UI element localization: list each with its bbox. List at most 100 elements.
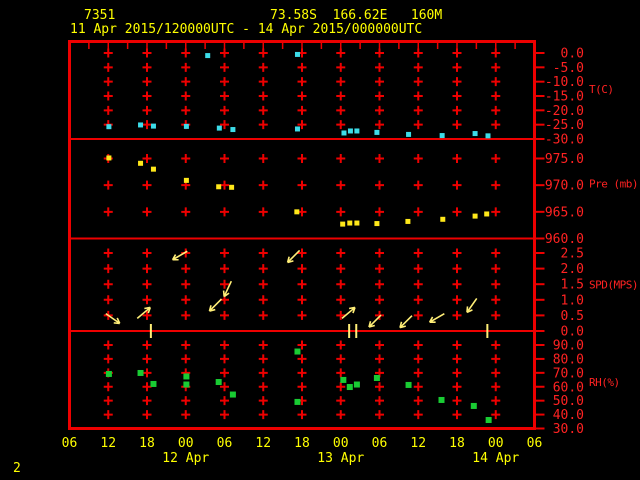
grid-tick bbox=[336, 264, 346, 274]
grid-tick bbox=[142, 264, 152, 274]
grid-tick bbox=[181, 279, 191, 289]
rh-point bbox=[105, 370, 112, 377]
x-tick-label: 06 bbox=[62, 436, 78, 451]
grid-tick bbox=[103, 279, 113, 289]
x-tick-label: 06 bbox=[527, 436, 543, 451]
grid-tick bbox=[336, 248, 346, 258]
grid-tick bbox=[491, 410, 501, 420]
y-tick-label: 90.0 bbox=[553, 339, 584, 354]
grid-tick bbox=[181, 354, 191, 364]
panel-label: T(C) bbox=[589, 83, 614, 96]
grid-tick bbox=[491, 180, 501, 190]
grid-tick bbox=[491, 396, 501, 406]
grid-tick bbox=[491, 354, 501, 364]
grid-tick bbox=[452, 279, 462, 289]
grid-tick bbox=[220, 354, 229, 364]
grid-tick bbox=[181, 264, 191, 274]
wind-arrow bbox=[466, 297, 478, 314]
grid-tick bbox=[258, 279, 268, 289]
wind-arrow bbox=[399, 315, 413, 329]
y-tick-label: -30.0 bbox=[545, 133, 584, 148]
pressure-point bbox=[405, 218, 411, 224]
grid-tick bbox=[491, 154, 501, 163]
grid-tick bbox=[491, 248, 501, 258]
grid-tick bbox=[375, 354, 384, 364]
grid-tick bbox=[491, 382, 501, 392]
grid-tick bbox=[336, 120, 346, 130]
y-tick-label: 975.0 bbox=[545, 152, 584, 167]
grid-tick bbox=[336, 396, 346, 406]
grid-tick bbox=[375, 295, 384, 305]
x-tick-label: 12 bbox=[410, 436, 426, 451]
grid-tick bbox=[336, 382, 346, 392]
y-tick-label: 70.0 bbox=[553, 366, 584, 381]
rh-point bbox=[405, 381, 412, 388]
grid-tick bbox=[258, 105, 268, 115]
temp-point bbox=[347, 128, 353, 134]
grid-tick bbox=[103, 91, 113, 101]
grid-tick bbox=[452, 180, 462, 190]
grid-tick bbox=[142, 91, 152, 101]
y-tick-label: 30.0 bbox=[553, 422, 584, 437]
grid-tick bbox=[181, 48, 191, 58]
grid-tick bbox=[452, 368, 462, 378]
pressure-point bbox=[138, 160, 144, 166]
grid-tick bbox=[297, 77, 307, 87]
rh-point bbox=[150, 380, 157, 387]
grid-tick bbox=[491, 120, 501, 130]
temp-point bbox=[106, 124, 112, 130]
grid-tick bbox=[297, 354, 307, 364]
grid-tick bbox=[413, 120, 423, 130]
grid-tick bbox=[142, 105, 152, 115]
rh-point bbox=[294, 398, 301, 405]
y-tick-label: 1.5 bbox=[561, 278, 584, 293]
wind-arrow bbox=[341, 306, 356, 319]
grid-tick bbox=[452, 77, 462, 87]
rh-point bbox=[229, 391, 236, 398]
grid-tick bbox=[220, 180, 229, 190]
grid-tick bbox=[142, 382, 152, 392]
grid-tick bbox=[103, 48, 113, 58]
pressure-point bbox=[229, 184, 235, 190]
grid-tick bbox=[413, 154, 423, 163]
x-tick-label: 18 bbox=[449, 436, 465, 451]
grid-tick bbox=[142, 410, 152, 420]
grid-tick bbox=[491, 295, 501, 305]
grid-tick bbox=[142, 154, 152, 163]
grid-tick bbox=[491, 105, 501, 115]
grid-tick bbox=[258, 295, 268, 305]
grid-tick bbox=[375, 248, 384, 258]
grid-tick bbox=[413, 368, 423, 378]
y-tick-label: -15.0 bbox=[545, 90, 584, 105]
temp-point bbox=[230, 127, 236, 133]
grid-tick bbox=[297, 248, 307, 258]
grid-tick bbox=[142, 279, 152, 289]
pressure-point bbox=[374, 221, 380, 227]
temp-point bbox=[138, 122, 144, 128]
grid-tick bbox=[413, 410, 423, 420]
rh-point bbox=[470, 402, 477, 409]
grid-tick bbox=[413, 91, 423, 101]
grid-tick bbox=[103, 248, 113, 258]
grid-tick bbox=[220, 77, 229, 87]
grid-tick bbox=[375, 396, 384, 406]
y-tick-label: 50.0 bbox=[553, 394, 584, 409]
grid-tick bbox=[336, 180, 346, 190]
rh-point bbox=[353, 381, 360, 388]
grid-tick bbox=[336, 279, 346, 289]
grid-tick bbox=[142, 62, 152, 72]
grid-tick bbox=[220, 264, 229, 274]
grid-tick bbox=[491, 48, 501, 58]
grid-tick bbox=[375, 77, 384, 87]
y-tick-label: 970.0 bbox=[545, 179, 584, 194]
grid-tick bbox=[220, 396, 229, 406]
grid-tick bbox=[336, 340, 346, 350]
grid-tick bbox=[375, 120, 384, 130]
grid-tick bbox=[452, 354, 462, 364]
grid-tick bbox=[103, 180, 113, 190]
grid-tick bbox=[220, 48, 229, 58]
grid-tick bbox=[142, 207, 152, 217]
grid-tick bbox=[297, 340, 307, 350]
pressure-point bbox=[106, 155, 112, 161]
grid-tick bbox=[413, 396, 423, 406]
